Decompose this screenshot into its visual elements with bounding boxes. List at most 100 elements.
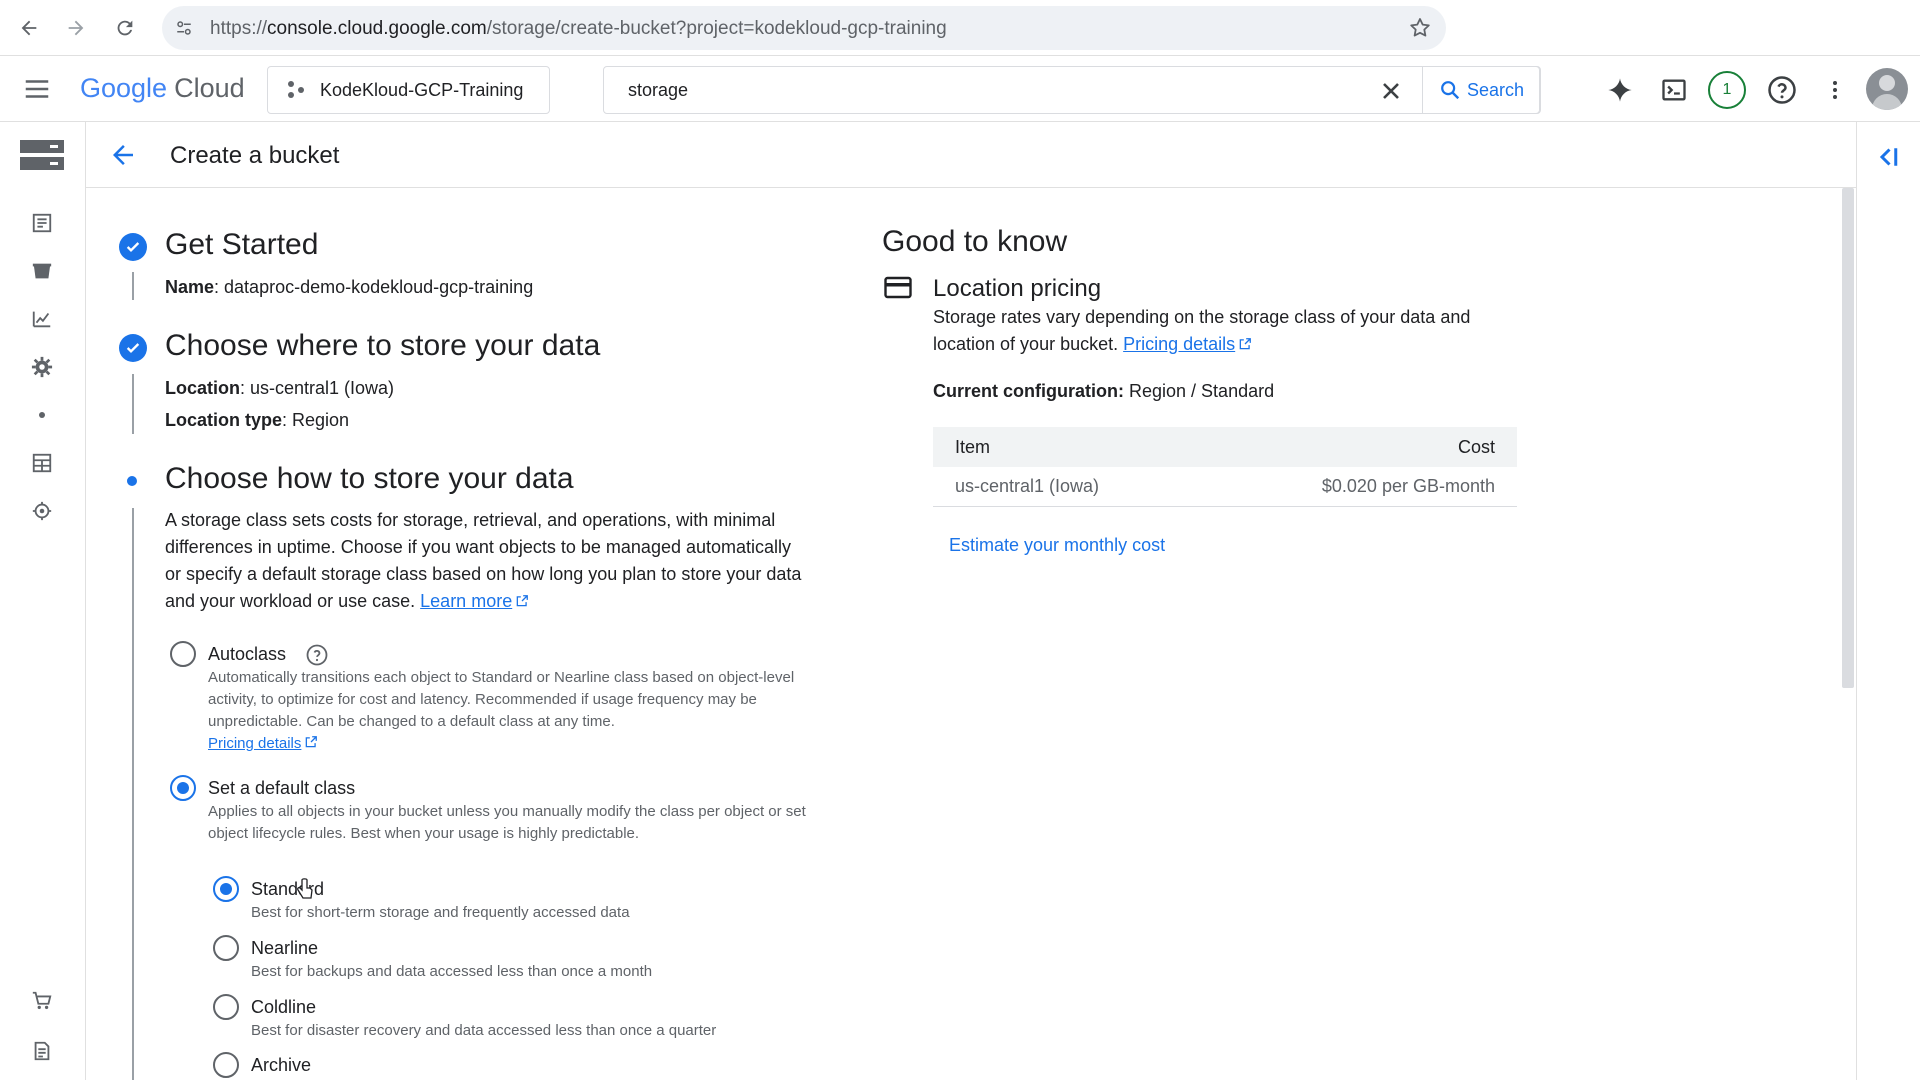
url-text[interactable]: https://console.cloud.google.com/storage… [210,18,947,40]
step-get-started-title[interactable]: Get Started [165,228,318,262]
coldline-class-radio[interactable] [213,994,239,1020]
step-current-indicator [127,476,137,486]
page-title: Create a bucket [170,142,340,169]
mouse-pointer-icon [296,878,314,902]
release-notes-icon[interactable] [29,1038,55,1064]
autoclass-pricing-link[interactable]: Pricing details [208,735,318,752]
current-configuration: Current configuration: Region / Standard [933,381,1274,402]
autoclass-pricing-label: Pricing details [208,735,302,752]
main-menu-icon[interactable] [22,74,52,104]
gemini-sparkle-icon[interactable] [1604,74,1636,106]
more-options-icon[interactable] [1819,74,1851,106]
nearline-class-label[interactable]: Nearline [251,938,318,959]
account-avatar[interactable] [1866,68,1908,110]
forward-icon[interactable] [58,10,94,46]
nearline-class-desc: Best for backups and data accessed less … [251,963,653,980]
browser-toolbar: https://console.cloud.google.com/storage… [0,0,1920,56]
step-connector [132,508,134,1080]
standard-class-desc: Best for short-term storage and frequent… [251,904,630,921]
autoclass-label[interactable]: Autoclass [208,644,286,665]
pricing-details-link[interactable]: Pricing details [1123,334,1252,354]
autoclass-help-icon[interactable] [305,643,329,667]
pricing-table: Item Cost us-central1 (Iowa) $0.020 per … [933,427,1517,507]
nearline-class-radio[interactable] [213,935,239,961]
settings-gear-icon[interactable] [29,354,55,380]
learn-more-label: Learn more [420,591,513,611]
coldline-class-label[interactable]: Coldline [251,997,316,1018]
bucket-name-summary: Name: dataproc-demo-kodekloud-gcp-traini… [165,277,533,298]
archive-class-radio[interactable] [213,1052,239,1078]
search-input[interactable]: storage [628,80,688,101]
default-class-radio[interactable] [170,775,196,801]
google-cloud-logo[interactable]: Google Cloud [80,73,245,104]
current-config-label: Current configuration: [933,381,1124,401]
step-complete-check-icon [119,334,147,362]
logo-google: Google [80,73,168,103]
storage-class-description: A storage class sets costs for storage, … [165,507,805,615]
location-type-value: : Region [282,410,350,430]
default-class-label[interactable]: Set a default class [208,778,355,799]
location-type-label: Location type [165,410,283,430]
collapse-panel-icon[interactable] [1872,142,1902,172]
location-label: Location [165,378,240,398]
page-scrollbar[interactable] [1842,188,1854,688]
page-header: Create a bucket [86,122,1856,188]
table-row: us-central1 (Iowa) $0.020 per GB-month [933,467,1517,507]
cloud-storage-product-icon[interactable] [20,138,64,172]
right-panel-divider [1856,122,1857,1080]
left-nav-rail [0,122,86,1080]
operations-icon[interactable] [29,498,55,524]
standard-class-radio[interactable] [213,876,239,902]
location-pricing-title: Location pricing [933,275,1102,302]
good-to-know-title: Good to know [882,225,1068,258]
col-cost-header: Cost [1457,436,1495,457]
location-pricing-text: Storage rates vary depending on the stor… [933,304,1533,358]
monitoring-chart-icon[interactable] [29,306,55,332]
project-picker-button[interactable]: KodeKloud-GCP-Training [267,66,550,114]
step-connector [132,272,134,300]
name-label: Name [165,277,215,297]
step-how-title: Choose how to store your data [165,462,574,495]
step-complete-check-icon [119,233,147,261]
external-link-icon [306,736,318,748]
location-value: : us-central1 (Iowa) [240,378,395,398]
buckets-icon[interactable] [29,258,55,284]
search-bar[interactable]: storage Search [603,66,1541,114]
row-item: us-central1 (Iowa) [955,476,1100,496]
back-arrow-icon[interactable] [108,140,138,170]
coldline-class-desc: Best for disaster recovery and data acce… [251,1022,717,1039]
search-button[interactable]: Search [1422,66,1541,114]
row-cost: $0.020 per GB-month [1321,476,1495,496]
cloud-shell-icon[interactable] [1658,74,1690,106]
back-icon[interactable] [11,10,47,46]
notifications-badge[interactable]: 1 [1708,71,1746,109]
overview-dashboard-icon[interactable] [29,210,55,236]
location-summary: Location: us-central1 (Iowa) [165,378,394,399]
clear-search-icon[interactable] [1377,77,1405,105]
archive-class-label[interactable]: Archive [251,1055,311,1076]
rail-dot-icon[interactable] [29,402,55,428]
default-class-description: Applies to all objects in your bucket un… [208,803,806,842]
step-connector [132,374,134,434]
autoclass-description: Automatically transitions each object to… [208,667,808,755]
autoclass-radio[interactable] [170,641,196,667]
table-grid-icon[interactable] [29,450,55,476]
pricing-table-header: Item Cost [933,427,1517,467]
project-name: KodeKloud-GCP-Training [320,79,524,100]
search-icon [1441,81,1460,100]
reload-icon[interactable] [107,10,143,46]
external-link-icon [516,595,529,607]
credit-card-icon [884,276,912,300]
logo-cloud: Cloud [174,73,245,103]
bookmark-star-icon[interactable] [1408,16,1432,40]
autoclass-desc-text: Automatically transitions each object to… [208,669,795,730]
name-value: : dataproc-demo-kodekloud-gcp-training [214,277,534,297]
learn-more-link[interactable]: Learn more [420,591,529,611]
step-where-title[interactable]: Choose where to store your data [165,329,600,363]
col-item-header: Item [955,436,991,457]
address-bar[interactable]: https://console.cloud.google.com/storage… [162,6,1446,50]
marketplace-cart-icon[interactable] [29,988,55,1014]
help-icon[interactable] [1766,74,1798,106]
site-settings-icon[interactable] [172,16,196,40]
estimate-cost-button[interactable]: Estimate your monthly cost [949,535,1165,556]
